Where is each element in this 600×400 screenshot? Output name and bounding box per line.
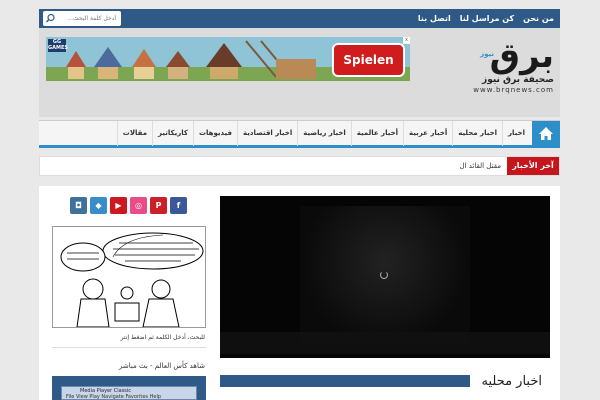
nav-economy[interactable]: اخبار اقتصادية (236, 121, 297, 146)
dribbble-icon[interactable]: ◎ (130, 197, 147, 214)
news-ticker: آخر الأخبار مقتل القائد ال (39, 156, 560, 176)
top-nav: اتصل بنا كن مراسل لنا من نحن (409, 9, 554, 28)
video-caption-bar (220, 332, 550, 354)
caricature-caption: للبحث، أدخل الكلمة ثم اضغط إنتر (120, 334, 205, 341)
site-logo-name: برق (489, 36, 554, 76)
nav-local[interactable]: اخبار محليه (452, 121, 502, 146)
search-box (43, 11, 121, 26)
section-title: اخبار محليه (481, 374, 543, 389)
section-header: اخبار محليه (220, 374, 550, 398)
home-icon (539, 127, 553, 140)
caricature-drawing (60, 232, 204, 327)
top-nav-about[interactable]: من نحن (523, 14, 554, 23)
pinterest-icon[interactable]: P (150, 197, 167, 214)
main-nav-items: مقالات كاريكاتير فيديوهات اخبار اقتصادية… (116, 121, 530, 146)
media-player-window: Media Player Classic File View Play Navi… (61, 386, 197, 400)
dropbox-icon[interactable]: ◆ (90, 197, 107, 214)
media-player-menu: File View Play Navigate Favorites Help (66, 394, 162, 400)
media-player-widget[interactable]: Media Player Classic File View Play Navi… (52, 376, 206, 400)
video-player[interactable] (220, 196, 550, 358)
search-input[interactable] (57, 11, 119, 26)
site-logo-sub: نيوز (480, 50, 494, 58)
instagram-icon[interactable]: ◘ (70, 197, 87, 214)
nav-world[interactable]: أخبار عالمية (350, 121, 403, 146)
top-bar: اتصل بنا كن مراسل لنا من نحن (39, 9, 560, 28)
home-button[interactable] (532, 121, 560, 146)
nav-news[interactable]: اخبار (502, 121, 530, 146)
main-nav: مقالات كاريكاتير فيديوهات اخبار اقتصادية… (39, 120, 560, 148)
facebook-icon[interactable]: f (170, 197, 187, 214)
ticker-headline[interactable]: مقتل القائد ال (459, 157, 501, 175)
site-tagline: صحيفة برق نيوز (482, 75, 554, 85)
social-icons: ◘ ◆ ▶ ◎ P f (70, 197, 190, 214)
sidebar-divider (52, 347, 206, 348)
top-nav-contact[interactable]: اتصل بنا (418, 14, 451, 23)
site-logo[interactable]: برق نيوز صحيفة برق نيوز www.brqnews.com (454, 38, 554, 108)
loading-spinner-icon (380, 271, 388, 279)
content-area: ◘ ◆ ▶ ◎ P f للبحث، أدخل الكلمة ثم اضغط إ… (39, 186, 560, 400)
ticker-label: آخر الأخبار (507, 157, 559, 175)
youtube-icon[interactable]: ▶ (110, 197, 127, 214)
nav-caricature[interactable]: كاريكاتير (152, 121, 193, 146)
site-header: GG GAMES Spielen x برق نيوز صحيفة برق ني… (39, 28, 560, 117)
search-icon[interactable] (45, 13, 56, 24)
caricature-image[interactable] (52, 226, 206, 328)
site-url: www.brqnews.com (473, 86, 554, 94)
section-header-bar (220, 375, 470, 387)
nav-videos[interactable]: فيديوهات (192, 121, 237, 146)
ad-logo: GG GAMES (48, 39, 68, 52)
nav-articles[interactable]: مقالات (116, 121, 152, 146)
nav-arab[interactable]: أخبار عربية (403, 121, 452, 146)
ad-play-button[interactable]: Spielen (332, 43, 405, 77)
worldcup-link[interactable]: شاهد كأس العالم - بث مباشر (53, 362, 205, 370)
nav-sports[interactable]: اخبار رياضية (297, 121, 351, 146)
top-nav-reporter[interactable]: كن مراسل لنا (460, 14, 514, 23)
ad-banner[interactable]: GG GAMES Spielen x (46, 37, 410, 81)
ad-close-icon[interactable]: x (403, 37, 410, 44)
